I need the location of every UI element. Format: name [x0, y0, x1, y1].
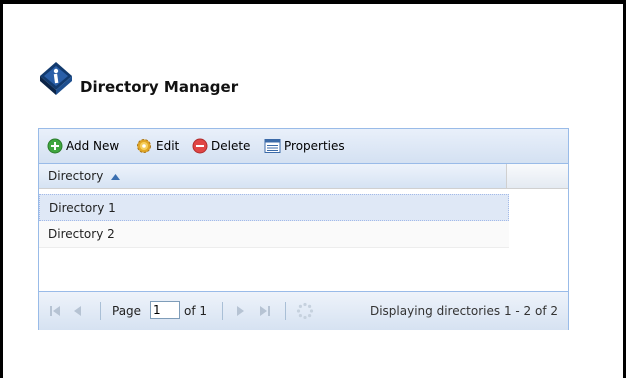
paging-separator: [222, 302, 223, 320]
table-row[interactable]: Directory 2: [39, 221, 509, 248]
page-title: Directory Manager: [80, 78, 239, 96]
properties-icon: [264, 139, 281, 153]
gear-icon: [137, 139, 151, 153]
row-label: Directory 2: [48, 227, 115, 241]
first-page-icon[interactable]: [49, 305, 61, 317]
sort-ascending-icon: [111, 173, 121, 180]
paging-separator: [285, 302, 286, 320]
grid-header: Directory: [39, 164, 568, 189]
table-row[interactable]: Directory 1: [39, 194, 509, 221]
page-number-input[interactable]: [150, 301, 180, 319]
delete-label: Delete: [211, 139, 251, 153]
delete-icon: [192, 138, 208, 154]
directory-grid-panel: Add New Edit Delete Properties Directory…: [38, 128, 569, 330]
add-new-label: Add New: [66, 139, 120, 153]
paging-display-text: Displaying directories 1 - 2 of 2: [369, 304, 558, 318]
add-new-button[interactable]: Add New: [47, 136, 119, 156]
delete-button[interactable]: Delete: [192, 136, 250, 156]
edit-button[interactable]: Edit: [135, 136, 179, 156]
last-page-icon[interactable]: [259, 305, 271, 317]
properties-button[interactable]: Properties: [264, 136, 345, 156]
column-header-directory[interactable]: Directory: [39, 164, 507, 188]
app-header: Directory Manager: [36, 58, 356, 98]
page-label: Page: [112, 304, 142, 318]
grid-toolbar: Add New Edit Delete Properties: [39, 129, 568, 164]
properties-label: Properties: [284, 139, 345, 153]
window-border-top: [0, 0, 626, 4]
info-book-icon: [40, 62, 72, 95]
page-of-label: of 1: [184, 304, 208, 318]
grid-body: Directory 1 Directory 2: [39, 189, 568, 289]
paging-toolbar: Page of 1 Displaying directories 1 - 2 o…: [39, 291, 568, 330]
previous-page-icon[interactable]: [73, 305, 83, 317]
next-page-icon[interactable]: [235, 305, 245, 317]
add-icon: [47, 138, 63, 154]
column-header-label: Directory: [48, 169, 104, 183]
row-label: Directory 1: [49, 201, 116, 215]
paging-separator: [100, 302, 101, 320]
window-border-left: [0, 0, 3, 378]
edit-label: Edit: [156, 139, 180, 153]
refresh-icon[interactable]: [296, 302, 314, 320]
